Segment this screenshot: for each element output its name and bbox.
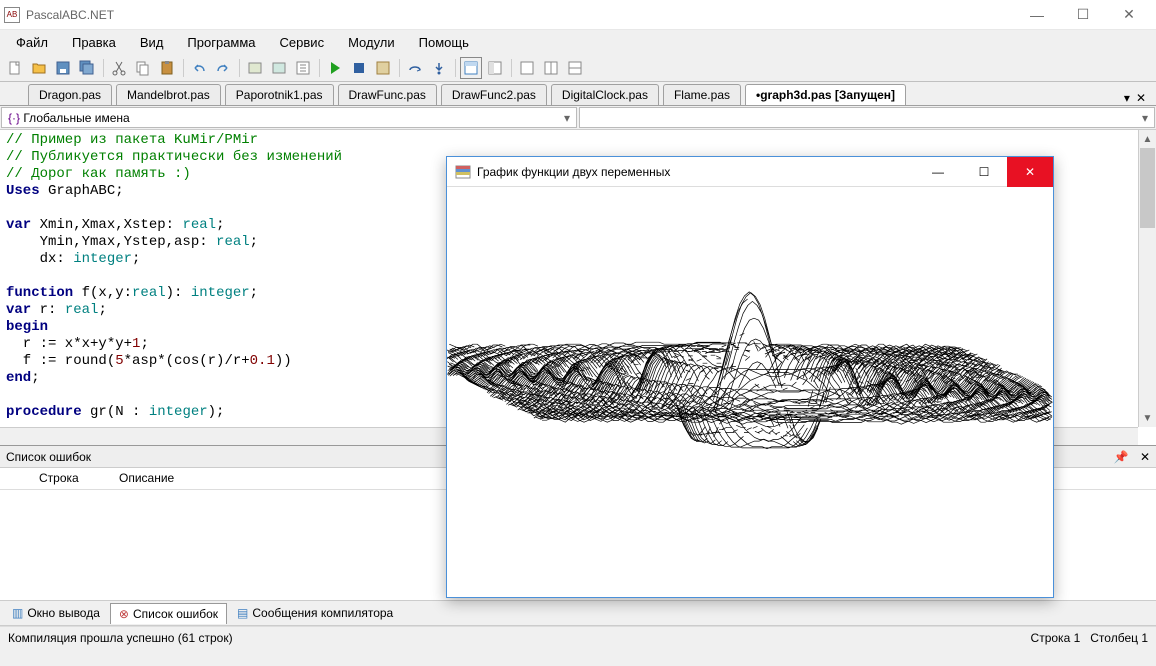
editor-tab[interactable]: •graph3d.pas [Запущен] xyxy=(745,84,906,105)
compiler-icon: ▤ xyxy=(237,606,248,620)
scope-row: {·} Глобальные имена ▾ ▾ xyxy=(0,106,1156,130)
undo-icon[interactable] xyxy=(188,57,210,79)
module2-icon[interactable] xyxy=(268,57,290,79)
errors-col-line[interactable]: Строка xyxy=(36,468,116,489)
output-icon: ▥ xyxy=(12,606,23,620)
editor-tab[interactable]: Dragon.pas xyxy=(28,84,112,105)
compile-icon[interactable] xyxy=(372,57,394,79)
app-title: PascalABC.NET xyxy=(26,8,1014,22)
open-file-icon[interactable] xyxy=(28,57,50,79)
step-over-icon[interactable] xyxy=(404,57,426,79)
menu-modules[interactable]: Модули xyxy=(336,33,407,52)
window1-icon[interactable] xyxy=(516,57,538,79)
menu-view[interactable]: Вид xyxy=(128,33,176,52)
menu-edit[interactable]: Правка xyxy=(60,33,128,52)
titlebar: AB PascalABC.NET — ☐ ✕ xyxy=(0,0,1156,30)
properties-icon[interactable] xyxy=(292,57,314,79)
scope-dropdown-left[interactable]: {·} Глобальные имена ▾ xyxy=(1,107,577,128)
editor-tab[interactable]: DigitalClock.pas xyxy=(551,84,659,105)
maximize-button[interactable]: ☐ xyxy=(1060,0,1106,30)
paste-icon[interactable] xyxy=(156,57,178,79)
form-icon xyxy=(455,164,471,180)
popup-close-button[interactable]: ✕ xyxy=(1007,157,1053,187)
layout2-icon[interactable] xyxy=(484,57,506,79)
errors-icon: ⊗ xyxy=(119,607,129,621)
statusbar: Компиляция прошла успешно (61 строк) Стр… xyxy=(0,626,1156,648)
editor-tab[interactable]: Flame.pas xyxy=(663,84,741,105)
close-button[interactable]: ✕ xyxy=(1106,0,1152,30)
menu-program[interactable]: Программа xyxy=(175,33,267,52)
module-icon[interactable] xyxy=(244,57,266,79)
stop-icon[interactable] xyxy=(348,57,370,79)
status-message: Компиляция прошла успешно (61 строк) xyxy=(8,631,1031,645)
save-icon[interactable] xyxy=(52,57,74,79)
step-into-icon[interactable] xyxy=(428,57,450,79)
copy-icon[interactable] xyxy=(132,57,154,79)
status-line: Строка 1 xyxy=(1031,631,1081,645)
popup-maximize-button[interactable]: ☐ xyxy=(961,157,1007,187)
pin-icon[interactable]: 📌 xyxy=(1114,450,1129,464)
editor-tab[interactable]: DrawFunc.pas xyxy=(338,84,437,105)
graph-canvas xyxy=(447,187,1053,597)
scroll-down-icon[interactable]: ▼ xyxy=(1139,409,1156,427)
minimize-button[interactable]: — xyxy=(1014,0,1060,30)
menu-service[interactable]: Сервис xyxy=(268,33,337,52)
redo-icon[interactable] xyxy=(212,57,234,79)
menu-file[interactable]: Файл xyxy=(4,33,60,52)
window2-icon[interactable] xyxy=(540,57,562,79)
scrollbar-thumb[interactable] xyxy=(1140,148,1155,228)
popup-minimize-button[interactable]: — xyxy=(915,157,961,187)
graph-window-title: График функции двух переменных xyxy=(477,165,670,179)
toolbar xyxy=(0,54,1156,82)
graph-window[interactable]: График функции двух переменных — ☐ ✕ xyxy=(446,156,1054,598)
save-all-icon[interactable] xyxy=(76,57,98,79)
editor-tab[interactable]: DrawFunc2.pas xyxy=(441,84,547,105)
chevron-down-icon: ▾ xyxy=(1142,111,1148,125)
cut-icon[interactable] xyxy=(108,57,130,79)
run-icon[interactable] xyxy=(324,57,346,79)
app-icon: AB xyxy=(4,7,20,23)
editor-tab[interactable]: Paporotnik1.pas xyxy=(225,84,334,105)
panel-close-icon[interactable]: ✕ xyxy=(1140,450,1150,464)
graph-window-titlebar[interactable]: График функции двух переменных — ☐ ✕ xyxy=(447,157,1053,187)
scope-dropdown-right[interactable]: ▾ xyxy=(579,107,1155,128)
scroll-up-icon[interactable]: ▲ xyxy=(1139,130,1156,148)
scope-label: Глобальные имена xyxy=(23,111,129,125)
editor-tabs-row: Dragon.pasMandelbrot.pasPaporotnik1.pasD… xyxy=(0,82,1156,106)
layout1-icon[interactable] xyxy=(460,57,482,79)
errors-panel-title: Список ошибок xyxy=(6,450,91,464)
status-column: Столбец 1 xyxy=(1090,631,1148,645)
tabs-close-icon[interactable]: ✕ xyxy=(1136,91,1146,105)
window3-icon[interactable] xyxy=(564,57,586,79)
tab-errors[interactable]: ⊗ Список ошибок xyxy=(110,603,227,624)
tabs-dropdown-icon[interactable]: ▾ xyxy=(1124,91,1130,105)
editor-tab[interactable]: Mandelbrot.pas xyxy=(116,84,221,105)
chevron-down-icon: ▾ xyxy=(564,111,570,125)
menu-help[interactable]: Помощь xyxy=(407,33,481,52)
vertical-scrollbar[interactable]: ▲ ▼ xyxy=(1138,130,1156,427)
new-file-icon[interactable] xyxy=(4,57,26,79)
tab-compiler[interactable]: ▤ Сообщения компилятора xyxy=(229,603,401,623)
menubar: Файл Правка Вид Программа Сервис Модули … xyxy=(0,30,1156,54)
tab-output[interactable]: ▥ Окно вывода xyxy=(4,603,108,623)
bottom-tabs: ▥ Окно вывода ⊗ Список ошибок ▤ Сообщени… xyxy=(0,600,1156,626)
